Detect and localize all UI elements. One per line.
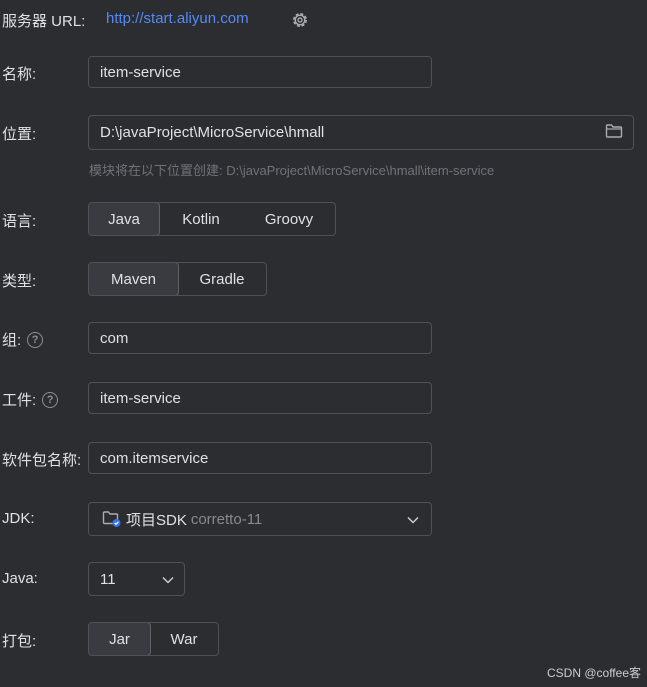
- location-hint: 模块将在以下位置创建: D:\javaProject\MicroService\…: [89, 163, 495, 178]
- packaging-label: 打包:: [2, 633, 37, 650]
- name-label: 名称:: [2, 66, 37, 83]
- jdk-dropdown[interactable]: 项目SDK corretto-11: [88, 502, 432, 536]
- artifact-label: 工件: ?: [2, 389, 59, 410]
- jdk-label: JDK:: [2, 510, 35, 527]
- java-version-dropdown[interactable]: 11: [88, 562, 185, 596]
- project-sdk-folder-icon: [102, 511, 121, 527]
- location-field[interactable]: D:\javaProject\MicroService\hmall: [88, 115, 634, 150]
- artifact-field[interactable]: item-service: [88, 382, 432, 414]
- packaging-selector: Jar War: [88, 622, 219, 656]
- language-option-java[interactable]: Java: [89, 203, 160, 235]
- java-version-label: Java:: [2, 570, 38, 587]
- package-name-label: 软件包名称:: [2, 452, 82, 469]
- chevron-down-icon: [407, 516, 419, 524]
- help-icon[interactable]: ?: [27, 331, 44, 348]
- packaging-option-war[interactable]: War: [150, 623, 218, 655]
- type-option-maven[interactable]: Maven: [89, 263, 179, 295]
- language-selector: Java Kotlin Groovy: [88, 202, 336, 236]
- name-field[interactable]: item-service: [88, 56, 432, 88]
- help-icon[interactable]: ?: [42, 391, 59, 408]
- language-option-groovy[interactable]: Groovy: [243, 203, 335, 235]
- package-name-field[interactable]: com.itemservice: [88, 442, 432, 474]
- group-field[interactable]: com: [88, 322, 432, 354]
- type-selector: Maven Gradle: [88, 262, 267, 296]
- server-url-link[interactable]: http://start.aliyun.com: [106, 10, 249, 27]
- packaging-option-jar[interactable]: Jar: [89, 623, 151, 655]
- group-label: 组: ?: [2, 329, 44, 350]
- location-label: 位置:: [2, 126, 37, 143]
- server-url-label: 服务器 URL:: [2, 13, 86, 30]
- watermark: CSDN @coffee客: [547, 666, 641, 680]
- gear-icon[interactable]: [290, 10, 310, 30]
- type-option-gradle[interactable]: Gradle: [178, 263, 266, 295]
- chevron-down-icon: [162, 576, 174, 584]
- folder-icon[interactable]: [605, 123, 623, 139]
- language-label: 语言:: [2, 213, 37, 230]
- type-label: 类型:: [2, 273, 37, 290]
- language-option-kotlin[interactable]: Kotlin: [159, 203, 243, 235]
